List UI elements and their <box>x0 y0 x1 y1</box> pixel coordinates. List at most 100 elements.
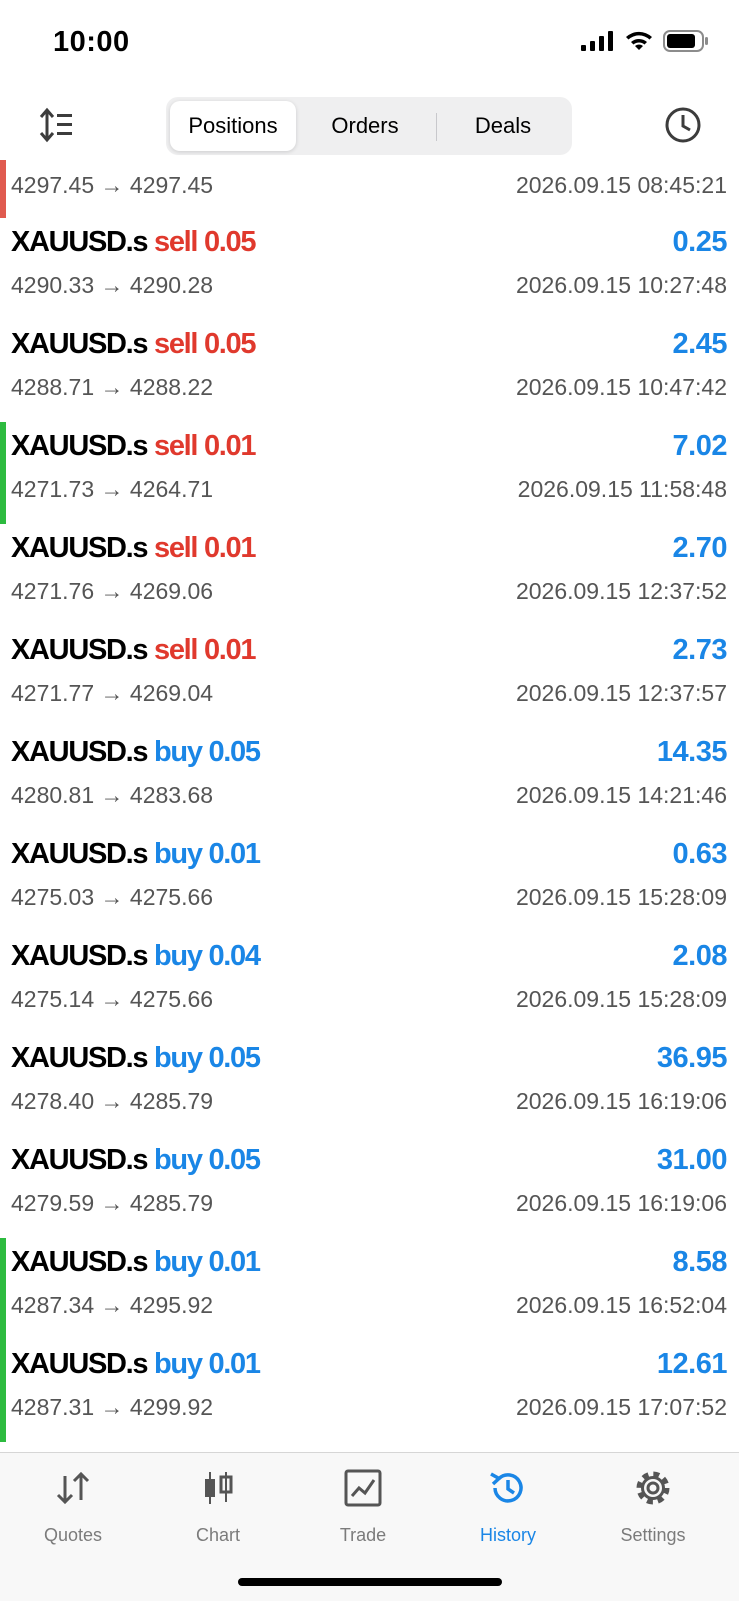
deal-prices: 4280.81 → 4283.68 <box>11 782 214 808</box>
deal-time: 2026.09.15 15:28:09 <box>515 884 727 910</box>
status-icons <box>581 30 709 52</box>
deal-row[interactable]: XAUUSD.s buy 0.05 31.00 4279.59 → 4285.7… <box>0 1136 739 1238</box>
deal-side: buy <box>154 940 203 972</box>
deal-profit: 2.08 <box>672 940 728 972</box>
deal-symbol: XAUUSD.s <box>11 838 149 870</box>
profit-marker <box>0 1340 6 1442</box>
gear-icon <box>593 1465 713 1511</box>
deal-volume: 0.01 <box>203 430 257 462</box>
deal-row[interactable]: XAUUSD.s buy 0.01 8.58 4287.34 → 4295.92… <box>0 1238 739 1340</box>
deal-title: XAUUSD.s buy 0.01 <box>11 838 261 871</box>
toolbar: Positions Orders Deals <box>0 90 739 160</box>
tab-label: Quotes <box>43 1525 103 1545</box>
deal-time: 2026.09.15 10:47:42 <box>515 374 727 400</box>
deal-time: 2026.09.15 12:37:52 <box>515 578 727 604</box>
deal-time: 2026.09.15 11:58:48 <box>517 476 727 502</box>
clock-icon[interactable] <box>664 106 702 144</box>
profit-marker <box>0 1238 6 1340</box>
tab-label: Settings <box>620 1525 686 1545</box>
deal-title: XAUUSD.s sell 0.05 <box>11 226 257 259</box>
deal-row[interactable]: XAUUSD.s buy 0.04 2.08 4275.14 → 4275.66… <box>0 932 739 1034</box>
deal-time: 2026.09.15 16:19:06 <box>515 1088 727 1114</box>
deal-volume: 0.05 <box>208 736 261 768</box>
deal-profit: 8.58 <box>672 1246 728 1278</box>
deal-row[interactable]: XAUUSD.s buy 0.05 14.35 4280.81 → 4283.6… <box>0 728 739 830</box>
deal-row[interactable]: 4297.45 → 4297.45 2026.09.15 08:45:21 <box>0 160 739 218</box>
deal-profit: 14.35 <box>656 736 728 768</box>
tab-settings[interactable]: Settings <box>593 1465 713 1546</box>
deal-profit: 2.45 <box>672 328 728 360</box>
deal-prices: 4288.71 → 4288.22 <box>11 374 214 400</box>
deal-prices: 4279.59 → 4285.79 <box>11 1190 214 1216</box>
deal-profit: 2.70 <box>672 532 728 564</box>
profit-marker <box>0 422 6 524</box>
deal-time: 2026.09.15 16:52:04 <box>515 1292 727 1318</box>
tab-positions[interactable]: Positions <box>170 101 296 151</box>
deal-time: 2026.09.15 14:21:46 <box>515 782 727 808</box>
battery-icon <box>663 30 708 52</box>
deal-row[interactable]: XAUUSD.s sell 0.05 0.25 4290.33 → 4290.2… <box>0 218 739 320</box>
segment-divider <box>436 113 437 141</box>
deal-row[interactable]: XAUUSD.s sell 0.01 2.73 4271.77 → 4269.0… <box>0 626 739 728</box>
deal-volume: 0.01 <box>208 1246 261 1278</box>
deal-time: 2026.09.15 17:07:52 <box>515 1394 727 1420</box>
deal-title: XAUUSD.s sell 0.05 <box>11 328 257 361</box>
deal-symbol: XAUUSD.s <box>11 226 149 258</box>
status-time: 10:00 <box>53 26 130 58</box>
deal-profit: 36.95 <box>656 1042 728 1074</box>
deal-side: buy <box>154 1042 203 1074</box>
deal-prices: 4271.73 → 4264.71 <box>11 476 214 502</box>
deal-prices: 4297.45 → 4297.45 <box>11 172 214 198</box>
deal-side: sell <box>154 430 198 462</box>
status-bar: 10:00 <box>0 0 739 90</box>
tab-orders[interactable]: Orders <box>300 101 430 151</box>
quotes-arrows-icon <box>13 1465 133 1511</box>
tab-chart[interactable]: Chart <box>158 1465 278 1546</box>
deal-prices: 4290.33 → 4290.28 <box>11 272 214 298</box>
tab-trade[interactable]: Trade <box>303 1465 423 1546</box>
deal-symbol: XAUUSD.s <box>11 1348 149 1380</box>
tab-deals[interactable]: Deals <box>438 101 568 151</box>
deal-side: buy <box>154 1144 203 1176</box>
deal-profit: 12.61 <box>656 1348 728 1380</box>
deal-profit: 2.73 <box>672 634 728 666</box>
deal-volume: 0.05 <box>208 1144 261 1176</box>
sort-icon[interactable] <box>38 107 74 143</box>
deal-side: buy <box>154 736 203 768</box>
deals-list[interactable]: 4297.45 → 4297.45 2026.09.15 08:45:21 XA… <box>0 160 739 1452</box>
tab-quotes[interactable]: Quotes <box>13 1465 133 1546</box>
deal-row[interactable]: XAUUSD.s buy 0.01 0.63 4275.03 → 4275.66… <box>0 830 739 932</box>
tab-label: History <box>479 1525 536 1545</box>
deal-row[interactable]: XAUUSD.s sell 0.01 2.70 4271.76 → 4269.0… <box>0 524 739 626</box>
deal-time: 2026.09.15 16:19:06 <box>515 1190 727 1216</box>
home-indicator[interactable] <box>238 1578 502 1586</box>
deal-side: buy <box>154 1348 203 1380</box>
deal-symbol: XAUUSD.s <box>11 940 149 972</box>
deal-title: XAUUSD.s buy 0.01 <box>11 1246 261 1279</box>
deal-volume: 0.05 <box>208 1042 261 1074</box>
deal-volume: 0.05 <box>203 226 257 258</box>
deal-row[interactable]: XAUUSD.s sell 0.05 2.45 4288.71 → 4288.2… <box>0 320 739 422</box>
deal-side: sell <box>154 532 198 564</box>
deal-volume: 0.01 <box>208 1348 261 1380</box>
deal-time: 2026.09.15 10:27:48 <box>515 272 727 298</box>
deal-volume: 0.04 <box>208 940 261 972</box>
deal-prices: 4287.34 → 4295.92 <box>11 1292 214 1318</box>
loss-marker <box>0 160 6 218</box>
deal-prices: 4287.31 → 4299.92 <box>11 1394 214 1420</box>
deal-side: buy <box>154 838 203 870</box>
deal-title: XAUUSD.s sell 0.01 <box>11 634 257 667</box>
deal-symbol: XAUUSD.s <box>11 430 149 462</box>
deal-row[interactable]: XAUUSD.s buy 0.05 36.95 4278.40 → 4285.7… <box>0 1034 739 1136</box>
tab-label: Chart <box>195 1525 240 1545</box>
cellular-signal-icon <box>581 31 613 51</box>
deal-profit: 0.63 <box>672 838 728 870</box>
tab-history[interactable]: History <box>448 1465 568 1546</box>
deal-volume: 0.01 <box>203 532 257 564</box>
deal-row[interactable]: XAUUSD.s buy 0.01 12.61 4287.31 → 4299.9… <box>0 1340 739 1442</box>
deal-time: 2026.09.15 12:37:57 <box>515 680 727 706</box>
deal-row[interactable]: XAUUSD.s sell 0.01 7.02 4271.73 → 4264.7… <box>0 422 739 524</box>
deal-symbol: XAUUSD.s <box>11 532 149 564</box>
deal-side: sell <box>154 226 198 258</box>
tab-label: Trade <box>339 1525 387 1545</box>
